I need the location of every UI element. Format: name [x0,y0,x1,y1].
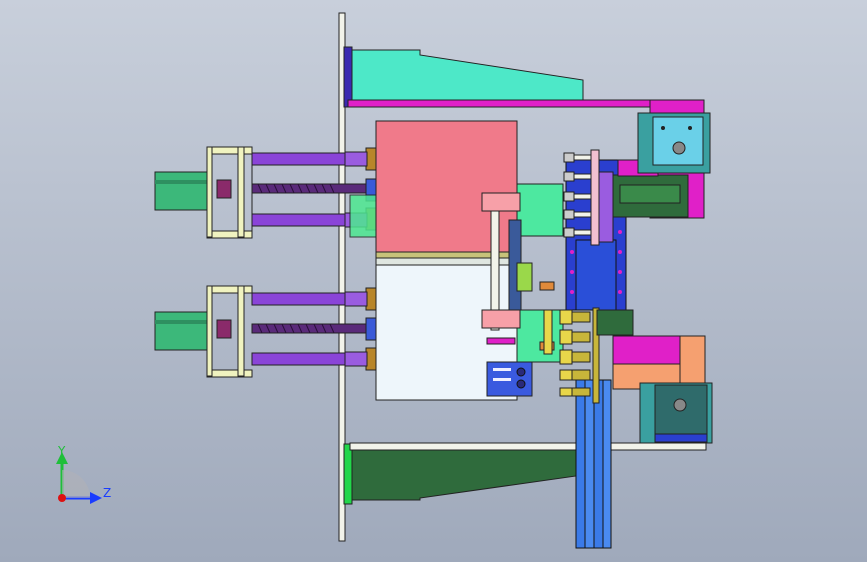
bottom-bracket-edge [343,443,353,505]
upper-bearing-hole [688,126,692,130]
cad-viewport[interactable]: Y Z [0,0,867,562]
center-green-plate-lower [516,309,564,363]
sensor-bracket [516,262,533,292]
slide-block-bottom [481,309,521,329]
triad-origin [58,494,66,502]
upper-rod-top [251,152,353,166]
lower-coupling [216,319,232,339]
lower-rod-bottom [251,352,353,366]
upper-spacer-a [344,151,368,167]
upper-frame-plate-top [206,146,253,155]
upper-motor-flange [155,180,207,184]
lower-frame-plate-top [206,285,253,294]
lower-bearing [673,398,687,412]
lower-spacer-b [344,351,368,367]
upper-green-plate [349,194,379,238]
cad-assembly-drawing[interactable]: Y Z [0,0,867,562]
lower-green-block [596,309,634,336]
center-green-plate [516,183,564,237]
lower-strips [575,379,612,549]
z-axis-arrowhead [90,492,102,504]
y-axis-label: Y [57,444,66,458]
lower-motor [154,311,208,351]
z-axis-label: Z [103,486,111,500]
terminal-block-slot [493,368,511,371]
bottom-bracket [349,449,584,501]
terminal-screw-a [516,367,526,377]
lower-frame-side-right [237,285,245,377]
triad-plane [62,470,90,498]
lower-orange-arm [539,281,555,291]
upper-frame-side-left [206,146,213,238]
upper-purple-plate [598,171,614,243]
lower-salmon-housing [679,335,706,385]
top-bracket-edge [343,46,353,108]
terminal-block-slot-2 [493,378,511,381]
coordinate-triad: Y Z [56,444,111,504]
top-bracket [347,49,584,101]
upper-green-block-inner [619,184,681,204]
lower-magenta-block [612,335,689,365]
lower-frame-plate-bottom [206,369,253,378]
bottom-rail [349,442,707,451]
upper-coupling [216,179,232,199]
lower-rod-top [251,292,353,306]
upper-rod-bottom [251,213,353,227]
upper-bearing-hole-2 [661,126,665,130]
upper-motor [154,171,208,211]
blue-column-inner [575,239,617,311]
upper-vertical-bar [590,149,600,246]
upper-frame-side-right [237,146,245,238]
cable-clip [486,337,516,345]
lower-frame-side-left [206,285,213,377]
lower-motor-flange [155,320,207,324]
upper-bearing [672,141,686,155]
terminal-screw-b [516,379,526,389]
lower-spacer-a [344,291,368,307]
lower-blue-tab [654,433,708,443]
upper-cyan-box [652,116,704,166]
lower-yellow-bar [543,309,553,355]
upper-frame-plate-bottom [206,230,253,239]
slide-block-top [481,192,521,212]
